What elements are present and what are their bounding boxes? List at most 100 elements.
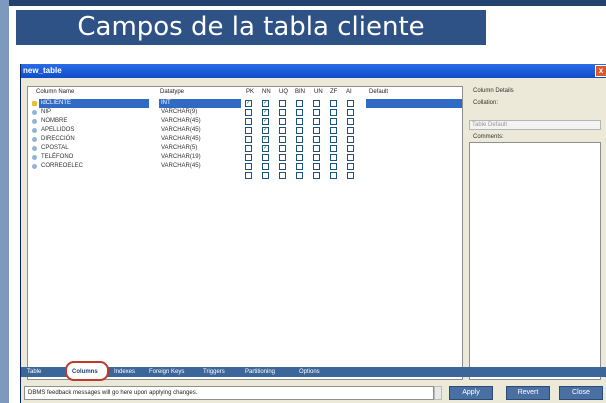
- zf-checkbox[interactable]: [330, 100, 337, 107]
- un-checkbox[interactable]: [313, 136, 320, 143]
- pk-checkbox[interactable]: [245, 172, 252, 179]
- zf-checkbox[interactable]: [330, 154, 337, 161]
- table-row[interactable]: DIRECCIÓN VARCHAR(45) ✓: [28, 135, 462, 144]
- un-checkbox[interactable]: [313, 118, 320, 125]
- bin-checkbox[interactable]: [296, 136, 303, 143]
- column-name-cell[interactable]: CPOSTAL: [39, 144, 149, 153]
- pk-checkbox[interactable]: [245, 136, 252, 143]
- bin-checkbox[interactable]: [296, 109, 303, 116]
- datatype-cell[interactable]: VARCHAR(45): [159, 135, 241, 144]
- nn-checkbox[interactable]: ✓: [262, 118, 269, 125]
- datatype-cell[interactable]: [159, 171, 241, 180]
- un-checkbox[interactable]: [313, 100, 320, 107]
- tab-partitioning[interactable]: Partitioning: [245, 367, 275, 377]
- message-scrollbar[interactable]: [434, 386, 442, 400]
- pk-checkbox[interactable]: [245, 145, 252, 152]
- datatype-cell[interactable]: VARCHAR(5): [159, 144, 241, 153]
- header-default[interactable]: Default: [369, 89, 388, 95]
- un-checkbox[interactable]: [313, 172, 320, 179]
- zf-checkbox[interactable]: [330, 136, 337, 143]
- table-row[interactable]: CPOSTAL VARCHAR(5) ✓: [28, 144, 462, 153]
- tab-foreign-keys[interactable]: Foreign Keys: [149, 367, 184, 377]
- uq-checkbox[interactable]: [279, 118, 286, 125]
- zf-checkbox[interactable]: [330, 172, 337, 179]
- nn-checkbox[interactable]: ✓: [262, 145, 269, 152]
- close-button[interactable]: Close: [559, 386, 603, 400]
- revert-button[interactable]: Revert: [506, 386, 550, 400]
- collation-select[interactable]: Table Default: [469, 120, 601, 130]
- table-row[interactable]: TELÉFONO VARCHAR(19): [28, 153, 462, 162]
- un-checkbox[interactable]: [313, 127, 320, 134]
- header-ai[interactable]: AI: [346, 89, 352, 95]
- pk-checkbox[interactable]: [245, 154, 252, 161]
- table-row[interactable]: [28, 171, 462, 180]
- ai-checkbox[interactable]: [347, 154, 354, 161]
- uq-checkbox[interactable]: [279, 163, 286, 170]
- datatype-cell[interactable]: VARCHAR(19): [159, 153, 241, 162]
- ai-checkbox[interactable]: [347, 100, 354, 107]
- datatype-cell[interactable]: VARCHAR(45): [159, 162, 241, 171]
- datatype-cell[interactable]: VARCHAR(45): [159, 117, 241, 126]
- ai-checkbox[interactable]: [347, 172, 354, 179]
- nn-checkbox[interactable]: [262, 163, 269, 170]
- tab-indexes[interactable]: Indexes: [114, 367, 135, 377]
- tab-options[interactable]: Options: [299, 367, 320, 377]
- pk-checkbox[interactable]: ✓: [245, 100, 252, 107]
- bin-checkbox[interactable]: [296, 127, 303, 134]
- header-un[interactable]: UN: [314, 89, 323, 95]
- un-checkbox[interactable]: [313, 163, 320, 170]
- tab-triggers[interactable]: Triggers: [203, 367, 225, 377]
- nn-checkbox[interactable]: [262, 172, 269, 179]
- tab-columns[interactable]: Columns: [72, 367, 98, 377]
- header-datatype[interactable]: Datatype: [160, 89, 184, 95]
- uq-checkbox[interactable]: [279, 109, 286, 116]
- close-icon[interactable]: x: [595, 65, 606, 77]
- apply-button[interactable]: Apply: [449, 386, 493, 400]
- ai-checkbox[interactable]: [347, 109, 354, 116]
- zf-checkbox[interactable]: [330, 109, 337, 116]
- tab-table[interactable]: Table: [27, 367, 41, 377]
- comments-textarea[interactable]: [469, 142, 601, 380]
- header-column-name[interactable]: Column Name: [36, 89, 74, 95]
- bin-checkbox[interactable]: [296, 172, 303, 179]
- nn-checkbox[interactable]: ✓: [262, 100, 269, 107]
- table-row[interactable]: NOMBRE VARCHAR(45) ✓: [28, 117, 462, 126]
- table-row[interactable]: APELLIDOS VARCHAR(45) ✓: [28, 126, 462, 135]
- uq-checkbox[interactable]: [279, 145, 286, 152]
- un-checkbox[interactable]: [313, 109, 320, 116]
- ai-checkbox[interactable]: [347, 163, 354, 170]
- column-name-cell[interactable]: CORREOELEC: [39, 162, 149, 171]
- ai-checkbox[interactable]: [347, 118, 354, 125]
- ai-checkbox[interactable]: [347, 136, 354, 143]
- table-row[interactable]: idCLIENTE INT ✓ ✓: [28, 99, 462, 108]
- datatype-cell[interactable]: VARCHAR(9): [159, 108, 241, 117]
- header-pk[interactable]: PK: [246, 89, 254, 95]
- column-name-cell[interactable]: NOMBRE: [39, 117, 149, 126]
- uq-checkbox[interactable]: [279, 100, 286, 107]
- pk-checkbox[interactable]: [245, 109, 252, 116]
- bin-checkbox[interactable]: [296, 163, 303, 170]
- datatype-cell[interactable]: INT: [159, 99, 241, 108]
- bin-checkbox[interactable]: [296, 154, 303, 161]
- zf-checkbox[interactable]: [330, 145, 337, 152]
- uq-checkbox[interactable]: [279, 136, 286, 143]
- nn-checkbox[interactable]: ✓: [262, 136, 269, 143]
- nn-checkbox[interactable]: [262, 154, 269, 161]
- bin-checkbox[interactable]: [296, 100, 303, 107]
- column-name-cell[interactable]: [39, 171, 149, 180]
- bin-checkbox[interactable]: [296, 118, 303, 125]
- uq-checkbox[interactable]: [279, 154, 286, 161]
- un-checkbox[interactable]: [313, 154, 320, 161]
- default-cell[interactable]: [366, 99, 462, 108]
- pk-checkbox[interactable]: [245, 127, 252, 134]
- ai-checkbox[interactable]: [347, 127, 354, 134]
- column-name-cell[interactable]: NIP: [39, 108, 149, 117]
- bin-checkbox[interactable]: [296, 145, 303, 152]
- nn-checkbox[interactable]: ✓: [262, 109, 269, 116]
- datatype-cell[interactable]: VARCHAR(45): [159, 126, 241, 135]
- un-checkbox[interactable]: [313, 145, 320, 152]
- header-zf[interactable]: ZF: [330, 89, 337, 95]
- column-name-cell[interactable]: DIRECCIÓN: [39, 135, 149, 144]
- column-name-cell[interactable]: idCLIENTE: [39, 99, 149, 108]
- header-nn[interactable]: NN: [262, 89, 271, 95]
